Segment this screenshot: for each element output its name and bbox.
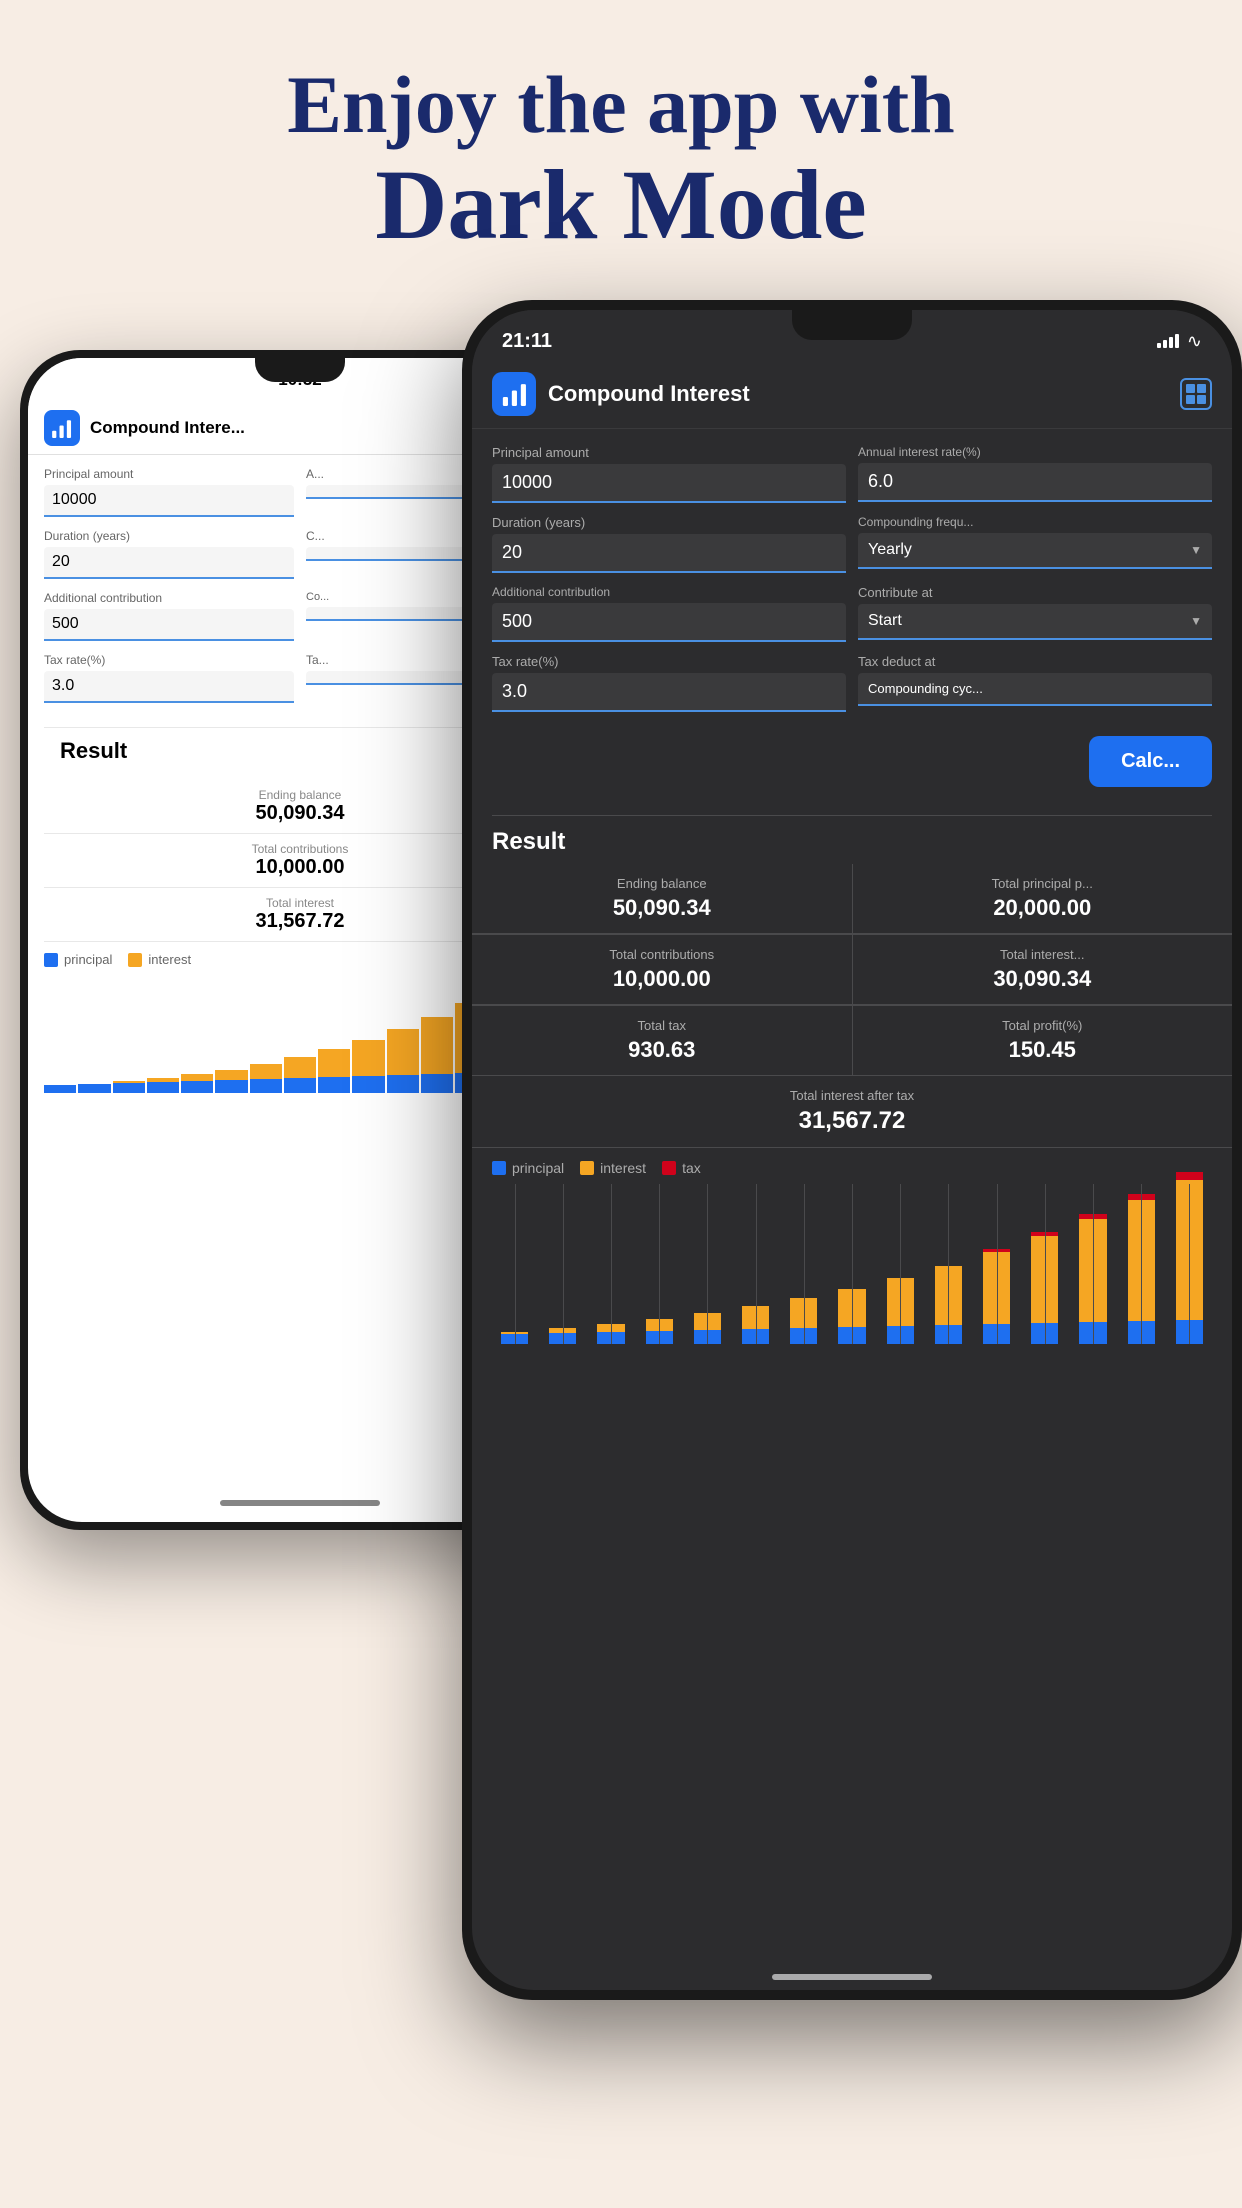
notch-front	[792, 310, 912, 340]
tax-label-front: Tax rate(%)	[492, 654, 846, 669]
principal-input-front[interactable]: 10000	[492, 464, 846, 503]
grid-cell-2	[1197, 384, 1206, 393]
tax-legend-front: tax	[682, 1160, 701, 1176]
status-icons-front: ∿	[1157, 331, 1202, 352]
contribution-label-back: Additional contribution	[44, 591, 294, 605]
total-principal-value-front: 20,000.00	[993, 895, 1091, 921]
principal-legend-dot-back	[44, 953, 58, 967]
total-profit-cell: Total profit(%) 150.45	[853, 1006, 1233, 1076]
total-principal-cell: Total principal p... 20,000.00	[853, 864, 1233, 934]
principal-label-front: Principal amount	[492, 445, 846, 460]
duration-label-front: Duration (years)	[492, 515, 846, 530]
contrib-label-back: Total contributions	[252, 842, 349, 856]
total-profit-label-front: Total profit(%)	[1002, 1018, 1082, 1033]
duration-label-back: Duration (years)	[44, 529, 294, 543]
contribute-at-select-front[interactable]: Start ▼	[858, 604, 1212, 640]
grid-cell-3	[1186, 395, 1195, 404]
contribution-input-back[interactable]: 500	[44, 609, 294, 641]
contributions-cell: Total contributions 10,000.00	[472, 935, 852, 1005]
interest-legend-dot-front	[580, 1161, 594, 1175]
contribution-input-front[interactable]: 500	[492, 603, 846, 642]
total-interest-cell: Total interest... 30,090.34	[853, 935, 1233, 1005]
result-section-front: Result	[472, 816, 1232, 864]
compounding-label-front: Compounding frequ...	[858, 515, 1212, 529]
compounding-select-front[interactable]: Yearly ▼	[858, 533, 1212, 569]
contrib-value-back: 10,000.00	[256, 856, 345, 879]
annual-label-front: Annual interest rate(%)	[858, 445, 1212, 459]
tax-legend-item: tax	[662, 1160, 701, 1176]
result-header-front: Result	[492, 828, 1212, 856]
chart-legend-front: principal interest tax	[472, 1148, 1232, 1184]
interest-legend-dot-back	[128, 953, 142, 967]
principal-legend-back: principal	[64, 952, 112, 967]
ending-label-back: Ending balance	[259, 788, 342, 802]
interest-value-back: 31,567.72	[256, 910, 345, 933]
home-indicator-back	[220, 1500, 380, 1506]
contributions-label-front: Total contributions	[609, 947, 714, 962]
principal-legend-item: principal	[492, 1160, 564, 1176]
principal-input-back[interactable]: 10000	[44, 485, 294, 517]
contribution-label-front: Additional contribution	[492, 585, 846, 599]
signal-bar-3	[1169, 337, 1173, 348]
duration-input-front[interactable]: 20	[492, 534, 846, 573]
total-interest-label-front: Total interest...	[1000, 947, 1085, 962]
phone-front-inner: 21:11 ∿	[472, 310, 1232, 1990]
principal-legend-dot-front	[492, 1161, 506, 1175]
grid-cell-4	[1197, 395, 1206, 404]
home-indicator-front	[772, 1974, 932, 1980]
tax-legend-dot-front	[662, 1161, 676, 1175]
signal-bar-2	[1163, 340, 1167, 348]
phone-front: 21:11 ∿	[462, 300, 1242, 2000]
total-principal-label-front: Total principal p...	[992, 876, 1093, 891]
app-icon-front	[492, 372, 536, 416]
total-tax-value-front: 930.63	[628, 1037, 695, 1063]
total-profit-value-front: 150.45	[1009, 1037, 1076, 1063]
tax-label-back: Tax rate(%)	[44, 653, 294, 667]
ending-value-front: 50,090.34	[613, 895, 711, 921]
ending-label-front: Ending balance	[617, 876, 707, 891]
ending-balance-cell: Ending balance 50,090.34	[472, 864, 852, 934]
grid-cell-1	[1186, 384, 1195, 393]
tax-deduct-label-front: Tax deduct at	[858, 654, 1212, 669]
after-tax-cell: Total interest after tax 31,567.72	[472, 1076, 1232, 1148]
signal-bar-1	[1157, 343, 1161, 348]
bar-chart-front	[472, 1184, 1232, 1364]
ending-value-back: 50,090.34	[256, 802, 345, 825]
total-tax-cell: Total tax 930.63	[472, 1006, 852, 1076]
notch-back	[255, 358, 345, 382]
header-line2: Dark Mode	[0, 150, 1242, 260]
tax-deduct-select-front[interactable]: Compounding cyc...	[858, 673, 1212, 706]
principal-legend-front: principal	[512, 1160, 564, 1176]
signal-bar-4	[1175, 334, 1179, 348]
interest-legend-back: interest	[148, 952, 191, 967]
tax-input-front[interactable]: 3.0	[492, 673, 846, 712]
phones-container: 10:32 Compound Intere...	[0, 300, 1242, 2200]
status-time-front: 21:11	[502, 330, 552, 353]
grid-icon-front[interactable]	[1180, 378, 1212, 410]
total-interest-value-front: 30,090.34	[993, 966, 1091, 992]
contributions-value-front: 10,000.00	[613, 966, 711, 992]
wifi-icon-front: ∿	[1187, 331, 1202, 352]
annual-input-front[interactable]: 6.0	[858, 463, 1212, 502]
tax-input-back[interactable]: 3.0	[44, 671, 294, 703]
app-title-front: Compound Interest	[548, 381, 1168, 407]
form-front: Principal amount 10000 Annual interest r…	[472, 429, 1232, 815]
interest-legend-front: interest	[600, 1160, 646, 1176]
result-grid-front: Ending balance 50,090.34 Total principal…	[472, 864, 1232, 1076]
header-line1: Enjoy the app with	[0, 60, 1242, 150]
total-tax-label-front: Total tax	[638, 1018, 686, 1033]
app-header-front: Compound Interest	[472, 360, 1232, 429]
signal-bars-front	[1157, 334, 1179, 348]
interest-legend-item: interest	[580, 1160, 646, 1176]
header-section: Enjoy the app with Dark Mode	[0, 0, 1242, 300]
after-tax-label-front: Total interest after tax	[790, 1088, 914, 1103]
after-tax-value-front: 31,567.72	[799, 1107, 906, 1135]
contribute-at-label-front: Contribute at	[858, 585, 1212, 600]
calc-button[interactable]: Calc...	[1089, 736, 1212, 787]
interest-label-back: Total interest	[266, 896, 334, 910]
principal-label-back: Principal amount	[44, 467, 294, 481]
app-icon-back	[44, 410, 80, 446]
duration-input-back[interactable]: 20	[44, 547, 294, 579]
